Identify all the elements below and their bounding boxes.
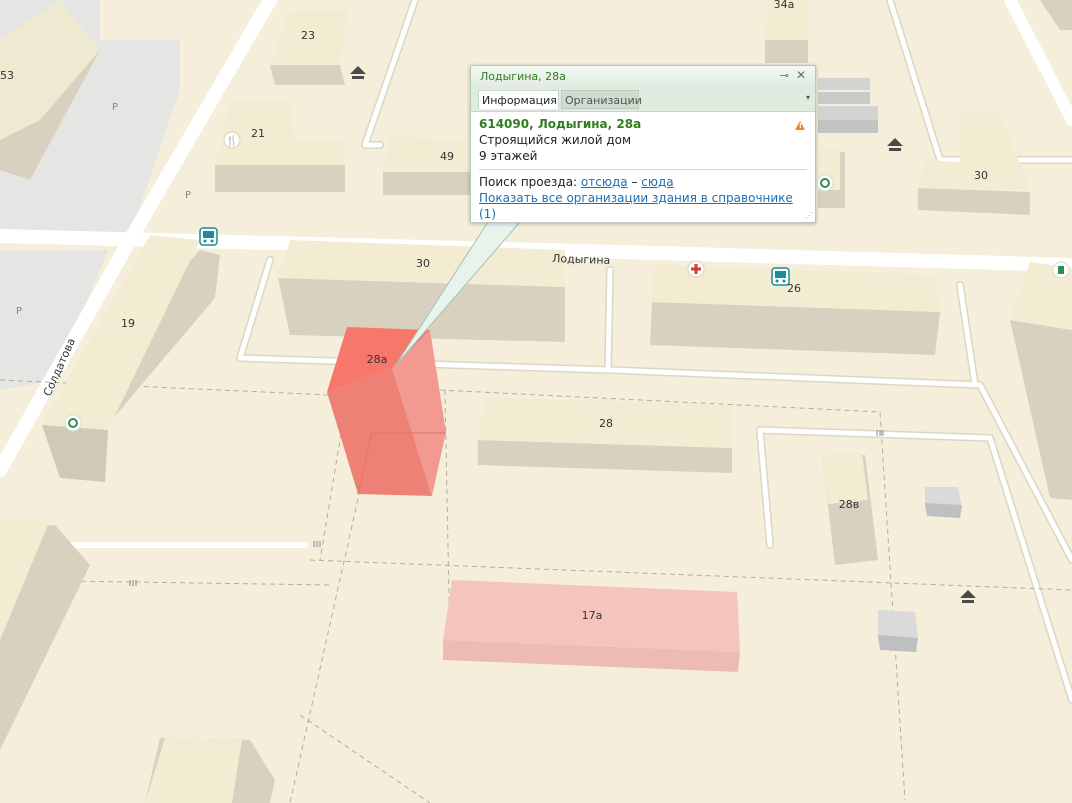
building-number: 19 bbox=[121, 317, 135, 330]
building-number: 23 bbox=[301, 29, 315, 42]
parking-label: P bbox=[185, 190, 191, 201]
building-number: 17а bbox=[582, 609, 603, 622]
organizations-count: (1) bbox=[479, 207, 496, 221]
route-dash: – bbox=[631, 175, 638, 189]
building-address: 614090, Лодыгина, 28а bbox=[479, 117, 642, 131]
building-floors: 9 этажей bbox=[479, 149, 538, 163]
building-number: 49 bbox=[440, 150, 454, 163]
building-17a bbox=[443, 580, 740, 672]
popup-header: Лодыгина, 28а ⊸ ✕ bbox=[471, 66, 815, 87]
parking-label: P bbox=[16, 306, 22, 317]
building-number: 30 bbox=[416, 257, 430, 270]
route-to-link[interactable]: сюда bbox=[641, 175, 673, 189]
recycling-icon[interactable] bbox=[64, 414, 82, 432]
building-28 bbox=[478, 398, 732, 473]
divider bbox=[479, 169, 807, 170]
info-popup: Лодыгина, 28а ⊸ ✕ Информация Организации… bbox=[470, 65, 816, 223]
bus-stop-icon[interactable] bbox=[771, 267, 790, 286]
show-organizations-row: Показать все организации здания в справо… bbox=[479, 190, 807, 222]
popup-title: Лодыгина, 28а bbox=[480, 70, 566, 83]
building-49 bbox=[383, 137, 480, 195]
popup-body: 614090, Лодыгина, 28а Строящийся жилой д… bbox=[471, 112, 815, 222]
pharmacy-icon[interactable] bbox=[687, 260, 705, 278]
warning-mark: ! bbox=[798, 122, 802, 130]
restaurant-icon[interactable]: 🍴 bbox=[223, 131, 241, 149]
tab-information[interactable]: Информация bbox=[478, 90, 559, 109]
pin-icon[interactable]: ⊸ bbox=[780, 69, 789, 82]
close-icon[interactable]: ✕ bbox=[796, 68, 806, 82]
route-search-row: Поиск проезда: отсюда – сюда bbox=[479, 174, 807, 190]
popup-tabs: Информация Организации ▾ bbox=[471, 87, 815, 112]
building-number: 28а bbox=[367, 353, 388, 366]
recycling-icon[interactable] bbox=[816, 174, 834, 192]
show-organizations-link[interactable]: Показать все организации здания в справо… bbox=[479, 191, 793, 205]
route-search-label: Поиск проезда: bbox=[479, 175, 578, 189]
building-26 bbox=[650, 265, 940, 355]
street-label-lodygina: Лодыгина bbox=[552, 252, 611, 267]
bus-stop-icon[interactable] bbox=[199, 227, 218, 246]
parking-label: P bbox=[112, 102, 118, 113]
building-number: 30 bbox=[974, 169, 988, 182]
resize-handle-icon[interactable]: ⋰ bbox=[805, 211, 813, 220]
building-number: 28 bbox=[599, 417, 613, 430]
building-number: 28в bbox=[839, 498, 859, 511]
building-number: 53 bbox=[0, 69, 14, 82]
tab-organizations[interactable]: Организации bbox=[561, 90, 642, 109]
building-number: 34а bbox=[774, 0, 795, 11]
building-description: Строящийся жилой дом bbox=[479, 133, 632, 147]
route-from-link[interactable]: отсюда bbox=[581, 175, 628, 189]
shop-icon[interactable] bbox=[1052, 261, 1070, 279]
tabs-dropdown-icon[interactable]: ▾ bbox=[806, 93, 810, 102]
svg-text:🍴: 🍴 bbox=[226, 134, 238, 147]
building-number: 21 bbox=[251, 127, 265, 140]
